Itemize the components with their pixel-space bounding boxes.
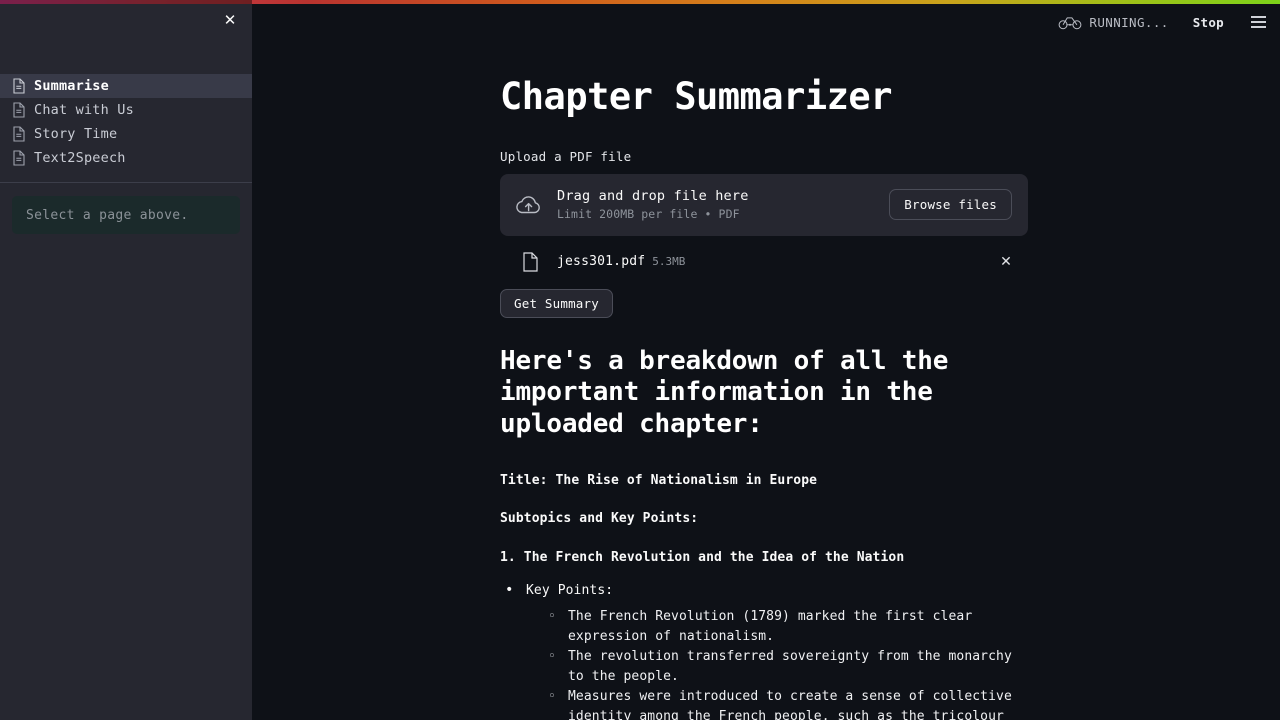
file-document-icon <box>13 102 25 118</box>
dropzone-secondary-text: Limit 200MB per file • PDF <box>557 207 740 222</box>
status-text: RUNNING... <box>1089 14 1169 30</box>
running-status-group: RUNNING... <box>1058 14 1168 30</box>
sidebar-close-icon[interactable]: ✕ <box>219 9 241 31</box>
key-points-list: Key Points: The French Revolution (1789)… <box>500 580 1028 720</box>
sidebar-item-chat-with-us[interactable]: Chat with Us <box>0 98 252 122</box>
cloud-upload-icon <box>516 195 540 213</box>
sidebar-nav-list: Summarise Chat with Us Story Time Text2S… <box>0 74 252 170</box>
bicycle-icon <box>1059 17 1082 30</box>
uploaded-file-name: jess301.pdf <box>557 254 646 270</box>
main-content-area: Chapter Summarizer Upload a PDF file Dra… <box>252 0 1280 720</box>
list-item: Measures were introduced to create a sen… <box>546 687 1028 720</box>
list-item: Key Points: The French Revolution (1789)… <box>502 580 1028 720</box>
uploaded-file-size: 5.3MB <box>652 255 686 269</box>
file-document-icon <box>13 126 25 142</box>
file-document-icon <box>523 251 538 272</box>
uploaded-file-row: jess301.pdf 5.3MB ✕ <box>500 246 1028 278</box>
sidebar-item-label: Story Time <box>34 126 118 142</box>
sidebar-item-label: Text2Speech <box>34 150 126 166</box>
key-points-label: Key Points: <box>526 583 614 599</box>
dropzone-texts: Drag and drop file here Limit 200MB per … <box>557 188 889 221</box>
hamburger-menu-icon[interactable] <box>1248 12 1268 32</box>
file-document-icon <box>13 150 25 166</box>
get-summary-button[interactable]: Get Summary <box>500 288 613 318</box>
sidebar-item-label: Summarise <box>34 78 109 94</box>
result-heading: Here's a breakdown of all the important … <box>500 345 949 439</box>
content-column: Chapter Summarizer Upload a PDF file Dra… <box>500 0 1028 720</box>
stop-button[interactable]: Stop <box>1193 15 1224 30</box>
summary-subtopics-line: Subtopics and Key Points: <box>500 511 699 527</box>
dropzone-primary-text: Drag and drop file here <box>557 188 749 205</box>
sidebar-divider <box>0 182 252 183</box>
sidebar-item-story-time[interactable]: Story Time <box>0 122 252 146</box>
file-document-icon <box>13 78 25 94</box>
sidebar-info-message: Select a page above. <box>26 207 189 223</box>
upload-field-label: Upload a PDF file <box>500 148 632 164</box>
sidebar-info-box: Select a page above. <box>12 196 240 234</box>
gradient-bar-dim-overlay <box>0 0 252 4</box>
page-title: Chapter Summarizer <box>500 75 892 118</box>
sidebar-item-summarise[interactable]: Summarise <box>0 74 252 98</box>
app-header: RUNNING... Stop <box>252 0 1280 44</box>
browse-files-button[interactable]: Browse files <box>889 189 1012 221</box>
sidebar-item-text2speech[interactable]: Text2Speech <box>0 146 252 170</box>
remove-file-close-icon[interactable]: ✕ <box>997 253 1015 271</box>
summary-section-1-heading: 1. The French Revolution and the Idea of… <box>500 549 905 565</box>
key-points-sublist: The French Revolution (1789) marked the … <box>526 607 1028 720</box>
sidebar: ✕ Summarise Chat with Us Story Time Text… <box>0 0 252 720</box>
list-item: The revolution transferred sovereignty f… <box>546 647 1028 687</box>
sidebar-item-label: Chat with Us <box>34 102 134 118</box>
summary-title-line: Title: The Rise of Nationalism in Europe <box>500 472 818 488</box>
list-item: The French Revolution (1789) marked the … <box>546 607 1028 647</box>
top-progress-gradient-bar <box>0 0 1280 4</box>
file-dropzone[interactable]: Drag and drop file here Limit 200MB per … <box>500 173 1028 236</box>
